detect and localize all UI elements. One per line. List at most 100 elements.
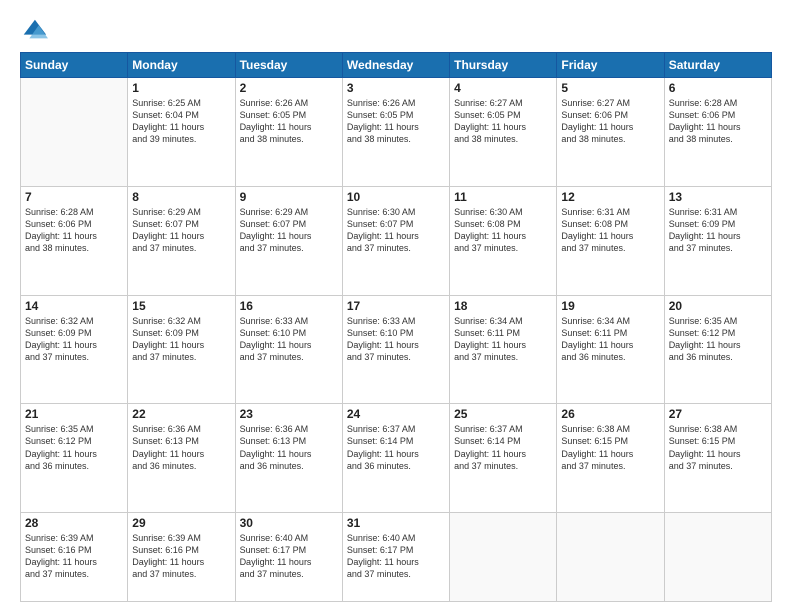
day-cell <box>450 513 557 602</box>
logo <box>20 16 52 44</box>
day-number: 18 <box>454 299 552 313</box>
day-info: Sunrise: 6:40 AM Sunset: 6:17 PM Dayligh… <box>240 532 338 581</box>
week-row-4: 21Sunrise: 6:35 AM Sunset: 6:12 PM Dayli… <box>21 404 772 513</box>
day-cell: 5 Sunrise: 6:27 AM Sunset: 6:06 PM Daylig… <box>557 78 664 187</box>
day-cell: 16 Sunrise: 6:33 AM Sunset: 6:10 PM Dayli… <box>235 295 342 404</box>
day-info: Sunrise: 6:25 AM Sunset: 6:04 PM Dayligh… <box>132 97 230 146</box>
day-cell: 28 Sunrise: 6:39 AM Sunset: 6:16 PM Dayli… <box>21 513 128 602</box>
day-info: Sunrise: 6:26 AM Sunset: 6:05 PM Dayligh… <box>240 97 338 146</box>
day-number: 12 <box>561 190 659 204</box>
day-number: 9 <box>240 190 338 204</box>
day-info: Sunrise: 6:33 AM Sunset: 6:10 PM Dayligh… <box>347 315 445 364</box>
day-info: Sunrise: 6:36 AM Sunset: 6:13 PM Dayligh… <box>132 423 230 472</box>
day-cell: 20 Sunrise: 6:35 AM Sunset: 6:12 PM Dayli… <box>664 295 771 404</box>
day-info: Sunrise: 6:38 AM Sunset: 6:15 PM Dayligh… <box>669 423 767 472</box>
day-cell: 6 Sunrise: 6:28 AM Sunset: 6:06 PM Daylig… <box>664 78 771 187</box>
day-number: 17 <box>347 299 445 313</box>
day-number: 29 <box>132 516 230 530</box>
day-cell: 29 Sunrise: 6:39 AM Sunset: 6:16 PM Dayli… <box>128 513 235 602</box>
day-cell: 15Sunrise: 6:32 AM Sunset: 6:09 PM Dayli… <box>128 295 235 404</box>
day-number: 1 <box>132 81 230 95</box>
day-info: Sunrise: 6:27 AM Sunset: 6:06 PM Dayligh… <box>561 97 659 146</box>
day-cell: 14 Sunrise: 6:32 AM Sunset: 6:09 PM Dayli… <box>21 295 128 404</box>
day-number: 31 <box>347 516 445 530</box>
day-number: 2 <box>240 81 338 95</box>
day-number: 14 <box>25 299 123 313</box>
day-info: Sunrise: 6:30 AM Sunset: 6:07 PM Dayligh… <box>347 206 445 255</box>
weekday-saturday: Saturday <box>664 53 771 78</box>
day-info: Sunrise: 6:34 AM Sunset: 6:11 PM Dayligh… <box>454 315 552 364</box>
day-cell: 2 Sunrise: 6:26 AM Sunset: 6:05 PM Daylig… <box>235 78 342 187</box>
day-info: Sunrise: 6:37 AM Sunset: 6:14 PM Dayligh… <box>347 423 445 472</box>
day-number: 24 <box>347 407 445 421</box>
day-info: Sunrise: 6:29 AM Sunset: 6:07 PM Dayligh… <box>132 206 230 255</box>
day-info: Sunrise: 6:39 AM Sunset: 6:16 PM Dayligh… <box>25 532 123 581</box>
week-row-3: 14 Sunrise: 6:32 AM Sunset: 6:09 PM Dayli… <box>21 295 772 404</box>
day-cell: 25 Sunrise: 6:37 AM Sunset: 6:14 PM Dayli… <box>450 404 557 513</box>
calendar-table: SundayMondayTuesdayWednesdayThursdayFrid… <box>20 52 772 602</box>
day-cell: 23 Sunrise: 6:36 AM Sunset: 6:13 PM Dayli… <box>235 404 342 513</box>
day-info: Sunrise: 6:36 AM Sunset: 6:13 PM Dayligh… <box>240 423 338 472</box>
day-number: 8 <box>132 190 230 204</box>
day-number: 10 <box>347 190 445 204</box>
day-info: Sunrise: 6:26 AM Sunset: 6:05 PM Dayligh… <box>347 97 445 146</box>
day-number: 16 <box>240 299 338 313</box>
weekday-tuesday: Tuesday <box>235 53 342 78</box>
day-cell: 1 Sunrise: 6:25 AM Sunset: 6:04 PM Daylig… <box>128 78 235 187</box>
day-number: 20 <box>669 299 767 313</box>
day-cell: 4 Sunrise: 6:27 AM Sunset: 6:05 PM Daylig… <box>450 78 557 187</box>
day-number: 25 <box>454 407 552 421</box>
day-cell: 12Sunrise: 6:31 AM Sunset: 6:08 PM Dayli… <box>557 186 664 295</box>
weekday-thursday: Thursday <box>450 53 557 78</box>
day-info: Sunrise: 6:34 AM Sunset: 6:11 PM Dayligh… <box>561 315 659 364</box>
day-info: Sunrise: 6:38 AM Sunset: 6:15 PM Dayligh… <box>561 423 659 472</box>
day-info: Sunrise: 6:29 AM Sunset: 6:07 PM Dayligh… <box>240 206 338 255</box>
day-number: 3 <box>347 81 445 95</box>
day-cell <box>557 513 664 602</box>
week-row-2: 7 Sunrise: 6:28 AM Sunset: 6:06 PM Daylig… <box>21 186 772 295</box>
day-cell: 7 Sunrise: 6:28 AM Sunset: 6:06 PM Daylig… <box>21 186 128 295</box>
day-info: Sunrise: 6:28 AM Sunset: 6:06 PM Dayligh… <box>669 97 767 146</box>
day-cell <box>21 78 128 187</box>
weekday-friday: Friday <box>557 53 664 78</box>
day-cell: 3 Sunrise: 6:26 AM Sunset: 6:05 PM Daylig… <box>342 78 449 187</box>
day-cell: 22Sunrise: 6:36 AM Sunset: 6:13 PM Dayli… <box>128 404 235 513</box>
logo-icon <box>20 16 48 44</box>
day-cell: 11 Sunrise: 6:30 AM Sunset: 6:08 PM Dayli… <box>450 186 557 295</box>
day-cell: 27 Sunrise: 6:38 AM Sunset: 6:15 PM Dayli… <box>664 404 771 513</box>
day-number: 19 <box>561 299 659 313</box>
day-cell: 17 Sunrise: 6:33 AM Sunset: 6:10 PM Dayli… <box>342 295 449 404</box>
day-info: Sunrise: 6:32 AM Sunset: 6:09 PM Dayligh… <box>132 315 230 364</box>
day-info: Sunrise: 6:32 AM Sunset: 6:09 PM Dayligh… <box>25 315 123 364</box>
day-number: 28 <box>25 516 123 530</box>
day-number: 6 <box>669 81 767 95</box>
day-number: 26 <box>561 407 659 421</box>
day-cell: 18 Sunrise: 6:34 AM Sunset: 6:11 PM Dayli… <box>450 295 557 404</box>
day-number: 11 <box>454 190 552 204</box>
day-number: 13 <box>669 190 767 204</box>
day-number: 21 <box>25 407 123 421</box>
day-info: Sunrise: 6:37 AM Sunset: 6:14 PM Dayligh… <box>454 423 552 472</box>
page: SundayMondayTuesdayWednesdayThursdayFrid… <box>0 0 792 612</box>
day-number: 4 <box>454 81 552 95</box>
weekday-monday: Monday <box>128 53 235 78</box>
day-info: Sunrise: 6:30 AM Sunset: 6:08 PM Dayligh… <box>454 206 552 255</box>
day-info: Sunrise: 6:27 AM Sunset: 6:05 PM Dayligh… <box>454 97 552 146</box>
day-number: 23 <box>240 407 338 421</box>
week-row-5: 28 Sunrise: 6:39 AM Sunset: 6:16 PM Dayli… <box>21 513 772 602</box>
day-number: 27 <box>669 407 767 421</box>
header <box>20 16 772 44</box>
day-cell: 30Sunrise: 6:40 AM Sunset: 6:17 PM Dayli… <box>235 513 342 602</box>
day-info: Sunrise: 6:39 AM Sunset: 6:16 PM Dayligh… <box>132 532 230 581</box>
day-cell <box>664 513 771 602</box>
day-cell: 13Sunrise: 6:31 AM Sunset: 6:09 PM Dayli… <box>664 186 771 295</box>
day-info: Sunrise: 6:28 AM Sunset: 6:06 PM Dayligh… <box>25 206 123 255</box>
day-cell: 26 Sunrise: 6:38 AM Sunset: 6:15 PM Dayli… <box>557 404 664 513</box>
day-info: Sunrise: 6:33 AM Sunset: 6:10 PM Dayligh… <box>240 315 338 364</box>
day-cell: 31Sunrise: 6:40 AM Sunset: 6:17 PM Dayli… <box>342 513 449 602</box>
day-number: 5 <box>561 81 659 95</box>
day-cell: 19 Sunrise: 6:34 AM Sunset: 6:11 PM Dayli… <box>557 295 664 404</box>
day-info: Sunrise: 6:35 AM Sunset: 6:12 PM Dayligh… <box>669 315 767 364</box>
weekday-sunday: Sunday <box>21 53 128 78</box>
day-number: 7 <box>25 190 123 204</box>
